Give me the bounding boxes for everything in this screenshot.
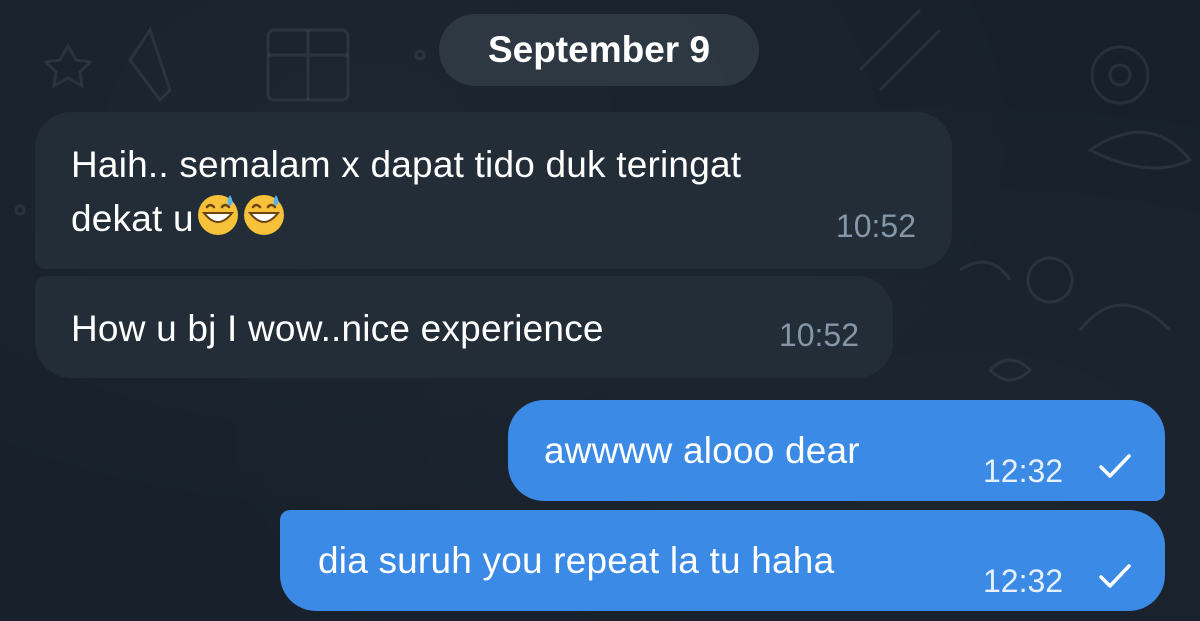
message-time: 10:52 (835, 208, 916, 244)
message-text: dia suruh you repeat la tu haha (318, 540, 835, 581)
message-time: 12:32 (983, 563, 1064, 599)
message-bubble-incoming[interactable]: How u bj I wow..nice experience 10:52 (35, 276, 893, 378)
message-text-line: Haih.. semalam x dapat tido duk teringat (71, 144, 742, 185)
message-bubble-outgoing[interactable]: dia suruh you repeat la tu haha 12:32 (280, 510, 1165, 611)
single-check-icon (1099, 564, 1131, 588)
message-text: awwww alooo dear (544, 430, 860, 471)
message-bubble-outgoing[interactable]: awwww alooo dear 12:32 (508, 400, 1165, 501)
message-text: Haih.. semalam x dapat tido duk teringat (71, 138, 916, 192)
message-text: How u bj I wow..nice experience (71, 308, 604, 349)
date-label: September 9 (487, 29, 711, 70)
message-bubble-incoming[interactable]: Haih.. semalam x dapat tido duk teringat… (35, 112, 952, 269)
date-separator: September 9 (439, 14, 759, 86)
single-check-icon (1099, 454, 1131, 478)
message-time: 12:32 (983, 453, 1064, 489)
message-time: 10:52 (778, 317, 859, 353)
grinning-face-with-sweat-icon (197, 195, 238, 235)
message-text-line: dekat u (71, 198, 194, 239)
message-text: dekat u (71, 192, 916, 246)
grinning-face-with-sweat-icon (243, 195, 284, 235)
